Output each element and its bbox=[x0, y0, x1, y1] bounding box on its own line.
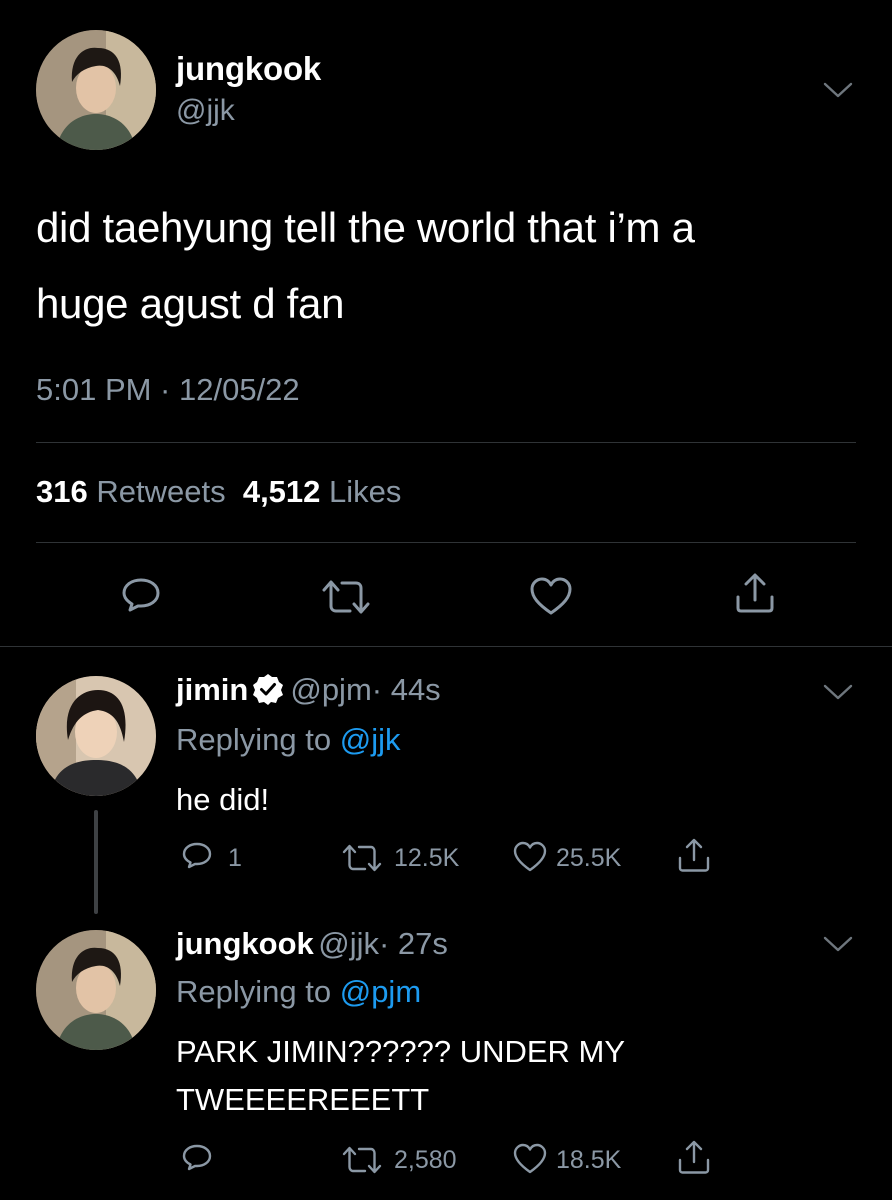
replying-to-label: Replying to bbox=[176, 974, 332, 1009]
reply-count[interactable]: 1 bbox=[228, 844, 242, 873]
retweet-count[interactable]: 12.5K bbox=[394, 844, 459, 873]
retweet-icon[interactable] bbox=[340, 1144, 384, 1176]
share-icon[interactable] bbox=[676, 836, 712, 874]
retweets-label[interactable]: Retweets bbox=[96, 474, 225, 509]
verified-badge-icon bbox=[252, 673, 284, 705]
heart-icon[interactable] bbox=[512, 1142, 548, 1176]
reply-header: jungkook @jjk· 27s bbox=[176, 926, 448, 962]
tweet-timestamp[interactable]: 5:01 PM · 12/05/22 bbox=[36, 372, 300, 408]
reply-text-line: TWEEEEREEETT bbox=[176, 1082, 430, 1117]
profile-photo bbox=[36, 930, 156, 1050]
heart-icon[interactable] bbox=[528, 574, 574, 620]
replying-to-label: Replying to bbox=[176, 722, 332, 757]
like-count[interactable]: 18.5K bbox=[556, 1146, 621, 1175]
reply-author-avatar[interactable] bbox=[36, 676, 156, 796]
retweets-count[interactable]: 316 bbox=[36, 474, 88, 509]
author-handle[interactable]: @jjk bbox=[176, 94, 235, 128]
divider bbox=[36, 542, 856, 543]
author-display-name[interactable]: jungkook bbox=[176, 50, 321, 88]
share-icon[interactable] bbox=[676, 1138, 712, 1176]
reply-icon[interactable] bbox=[180, 1142, 214, 1176]
like-count[interactable]: 25.5K bbox=[556, 844, 621, 873]
reply-header: jimin @pjm· 44s bbox=[176, 672, 441, 708]
tweet-text-line: did taehyung tell the world that i’m a bbox=[36, 204, 695, 251]
replying-to-mention[interactable]: @jjk bbox=[340, 722, 401, 757]
tweet-stats: 316 Retweets 4,512 Likes bbox=[36, 474, 401, 510]
reply-author-avatar[interactable] bbox=[36, 930, 156, 1050]
replying-to: Replying to @pjm bbox=[176, 974, 421, 1010]
retweet-icon[interactable] bbox=[318, 576, 374, 618]
reply-time[interactable]: · 27s bbox=[379, 926, 448, 961]
profile-photo bbox=[36, 30, 156, 150]
tweet-text-line: huge agust d fan bbox=[36, 280, 345, 327]
tweet-text: did taehyung tell the world that i’m a h… bbox=[36, 190, 856, 342]
author-avatar[interactable] bbox=[36, 30, 156, 150]
reply-text-line: PARK JIMIN?????? UNDER MY bbox=[176, 1034, 626, 1069]
likes-count[interactable]: 4,512 bbox=[243, 474, 321, 509]
reply-text: PARK JIMIN?????? UNDER MY TWEEEEREEETT bbox=[176, 1028, 816, 1124]
likes-label[interactable]: Likes bbox=[329, 474, 401, 509]
chevron-down-icon[interactable] bbox=[820, 78, 856, 102]
chevron-down-icon[interactable] bbox=[820, 932, 856, 956]
reply-icon[interactable] bbox=[180, 840, 214, 874]
replying-to-mention[interactable]: @pjm bbox=[340, 974, 421, 1009]
share-icon[interactable] bbox=[732, 570, 778, 616]
reply-display-name[interactable]: jungkook bbox=[176, 926, 314, 961]
reply-text: he did! bbox=[176, 782, 270, 817]
profile-photo bbox=[36, 676, 156, 796]
retweet-count[interactable]: 2,580 bbox=[394, 1146, 457, 1175]
chevron-down-icon[interactable] bbox=[820, 680, 856, 704]
retweet-icon[interactable] bbox=[340, 842, 384, 874]
reply-time[interactable]: · 44s bbox=[372, 672, 441, 707]
reply-handle[interactable]: @pjm bbox=[290, 672, 371, 707]
reply-icon[interactable] bbox=[118, 574, 164, 620]
divider bbox=[36, 442, 856, 443]
heart-icon[interactable] bbox=[512, 840, 548, 874]
reply-display-name[interactable]: jimin bbox=[176, 672, 248, 707]
reply-handle[interactable]: @jjk bbox=[318, 926, 379, 961]
thread-connector-line bbox=[94, 810, 98, 914]
replying-to: Replying to @jjk bbox=[176, 722, 400, 758]
divider bbox=[0, 646, 892, 647]
